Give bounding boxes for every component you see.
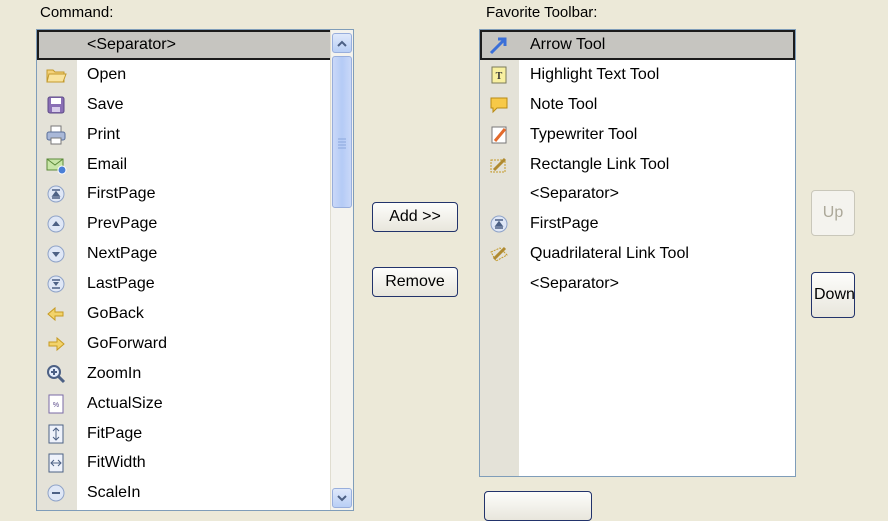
command-row-label: <Separator> — [87, 35, 176, 53]
svg-text:%: % — [53, 402, 59, 409]
save-disk-icon — [41, 94, 71, 116]
command-row-label: Email — [87, 155, 128, 173]
separator-placeholder — [484, 273, 514, 295]
next-page-icon — [41, 243, 71, 265]
command-row[interactable]: Print — [37, 120, 353, 150]
typewriter-icon — [484, 124, 514, 146]
fit-page-icon — [41, 423, 71, 445]
first-page-icon — [41, 183, 71, 205]
separator-placeholder — [484, 183, 514, 205]
down-button[interactable]: Down — [811, 272, 855, 318]
command-row-label: ActualSize — [87, 394, 163, 412]
command-row[interactable]: LastPage — [37, 269, 353, 299]
command-row[interactable]: GoForward — [37, 329, 353, 359]
last-page-icon — [41, 273, 71, 295]
command-scrollbar[interactable] — [330, 30, 353, 510]
command-list[interactable]: <Separator> Open Save Print Email FirstPage Pr… — [36, 29, 354, 511]
favorite-row[interactable]: Note Tool — [480, 90, 795, 120]
favorite-row[interactable]: <Separator> — [480, 179, 795, 209]
note-icon — [484, 94, 514, 116]
favorite-row-label: Rectangle Link Tool — [530, 155, 670, 173]
chevron-down-icon — [337, 494, 347, 501]
favorite-row-label: Highlight Text Tool — [530, 65, 660, 83]
scroll-down-button[interactable] — [332, 488, 352, 508]
arrow-right-icon — [41, 333, 71, 355]
actual-size-icon: % — [41, 393, 71, 415]
zoom-in-icon — [41, 363, 71, 385]
favorite-row-label: Note Tool — [530, 95, 598, 113]
fit-width-icon — [41, 452, 71, 474]
command-row[interactable]: FitWidth — [37, 448, 353, 478]
command-row-label: FirstPage — [87, 185, 156, 203]
favorite-row[interactable]: T Highlight Text Tool — [480, 60, 795, 90]
command-row[interactable]: ZoomIn — [37, 359, 353, 389]
favorite-row[interactable]: Arrow Tool — [480, 30, 795, 60]
command-row[interactable]: GoBack — [37, 299, 353, 329]
favorite-row-label: <Separator> — [530, 275, 619, 293]
favorite-row-label: FirstPage — [530, 215, 599, 233]
command-row[interactable]: <Separator> — [37, 30, 353, 60]
remove-button[interactable]: Remove — [372, 267, 458, 297]
command-row[interactable]: FirstPage — [37, 179, 353, 209]
favorite-row[interactable]: Typewriter Tool — [480, 120, 795, 150]
command-row[interactable]: PrevPage — [37, 209, 353, 239]
command-row-label: FitWidth — [87, 454, 146, 472]
folder-open-icon — [41, 64, 71, 86]
highlight-text-icon: T — [484, 64, 514, 86]
add-button[interactable]: Add >> — [372, 202, 458, 232]
favorite-row-label: <Separator> — [530, 185, 619, 203]
arrow-left-icon — [41, 303, 71, 325]
prev-page-icon — [41, 213, 71, 235]
favorite-rows: Arrow Tool T Highlight Text Tool Note Tool T… — [480, 30, 795, 299]
arrow-tool-icon — [484, 34, 514, 56]
favorite-row-label: Typewriter Tool — [530, 125, 638, 143]
up-button[interactable]: Up — [811, 190, 855, 236]
command-row-label: GoForward — [87, 334, 168, 352]
scroll-up-button[interactable] — [332, 33, 352, 53]
grip-icon — [338, 138, 346, 149]
svg-text:T: T — [496, 71, 503, 82]
command-row-label: Save — [87, 95, 124, 113]
bottom-button[interactable] — [484, 491, 592, 521]
scale-in-icon — [41, 482, 71, 504]
separator-placeholder — [41, 34, 71, 56]
command-row-label: NextPage — [87, 245, 158, 263]
favorite-row[interactable]: Rectangle Link Tool — [480, 150, 795, 180]
command-row[interactable]: % ActualSize — [37, 389, 353, 419]
command-row[interactable]: Open — [37, 60, 353, 90]
favorite-row[interactable]: <Separator> — [480, 269, 795, 299]
command-row-label: ZoomIn — [87, 364, 142, 382]
rectangle-link-icon — [484, 154, 514, 176]
command-row-label: LastPage — [87, 275, 155, 293]
command-row[interactable]: FitPage — [37, 419, 353, 449]
command-rows: <Separator> Open Save Print Email FirstPage Pr… — [37, 30, 353, 508]
command-row[interactable]: NextPage — [37, 239, 353, 269]
command-row-label: FitPage — [87, 424, 143, 442]
command-row-label: Print — [87, 125, 120, 143]
favorite-toolbar-label: Favorite Toolbar: — [486, 4, 598, 21]
command-row-label: PrevPage — [87, 215, 158, 233]
favorite-row[interactable]: Quadrilateral Link Tool — [480, 239, 795, 269]
favorite-row-label: Quadrilateral Link Tool — [530, 245, 689, 263]
scroll-thumb[interactable] — [332, 56, 352, 208]
command-row[interactable]: Save — [37, 90, 353, 120]
command-row-label: GoBack — [87, 304, 144, 322]
chevron-up-icon — [337, 40, 347, 47]
printer-icon — [41, 124, 71, 146]
email-icon — [41, 154, 71, 176]
first-page-icon — [484, 213, 514, 235]
command-label: Command: — [40, 4, 114, 21]
quadrilateral-link-icon — [484, 243, 514, 265]
favorite-row[interactable]: FirstPage — [480, 209, 795, 239]
command-row-label: Open — [87, 65, 127, 83]
command-row[interactable]: ScaleIn — [37, 478, 353, 508]
favorite-toolbar-list[interactable]: Arrow Tool T Highlight Text Tool Note Tool T… — [479, 29, 796, 477]
favorite-row-label: Arrow Tool — [530, 35, 606, 53]
command-row[interactable]: Email — [37, 150, 353, 180]
